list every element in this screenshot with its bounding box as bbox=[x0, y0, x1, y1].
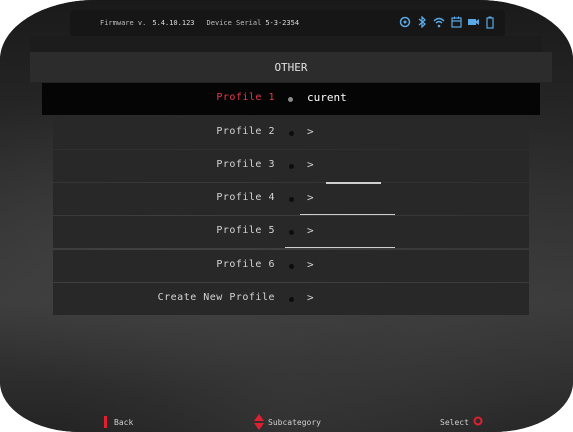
bullet-icon bbox=[288, 97, 293, 102]
battery-icon bbox=[483, 14, 497, 30]
back-button-icon[interactable] bbox=[104, 416, 107, 428]
serial-value: 5-3-2354 bbox=[265, 19, 300, 27]
bullet-icon bbox=[289, 164, 294, 169]
menu-item-profile-1[interactable]: Profile 1 curent bbox=[42, 83, 540, 115]
bluetooth-icon bbox=[415, 14, 429, 30]
up-down-arrows-icon[interactable] bbox=[254, 414, 264, 430]
bullet-icon bbox=[289, 131, 294, 136]
menu-item-label: Create New Profile bbox=[157, 292, 275, 303]
scratch-mark bbox=[300, 214, 395, 215]
select-button-icon[interactable] bbox=[473, 416, 483, 426]
firmware-label: Firmware v. bbox=[100, 19, 147, 27]
chevron-right-icon: > bbox=[307, 291, 314, 304]
menu-item-label: Profile 4 bbox=[216, 192, 275, 203]
menu-title: OTHER bbox=[30, 52, 552, 82]
top-band bbox=[30, 36, 542, 52]
gps-icon bbox=[398, 14, 412, 30]
menu-item-profile-3[interactable]: Profile 3 > bbox=[53, 150, 529, 182]
chevron-right-icon: > bbox=[307, 158, 314, 171]
scope-viewport: Firmware v. 5.4.10.123 Device Serial 5-3… bbox=[0, 0, 573, 432]
menu-item-profile-4[interactable]: Profile 4 > bbox=[53, 183, 529, 215]
chevron-right-icon: > bbox=[307, 125, 314, 138]
bullet-icon bbox=[289, 230, 294, 235]
bullet-icon bbox=[289, 264, 294, 269]
video-icon bbox=[466, 14, 480, 30]
chevron-right-icon: > bbox=[307, 258, 314, 271]
wifi-icon bbox=[432, 14, 446, 30]
menu-item-profile-2[interactable]: Profile 2 > bbox=[53, 117, 529, 149]
menu-item-create-new-profile[interactable]: Create New Profile > bbox=[53, 283, 529, 315]
calendar-icon bbox=[449, 14, 463, 30]
scratch-mark bbox=[285, 247, 395, 248]
menu-item-label: Profile 5 bbox=[216, 225, 275, 236]
menu-item-label: Profile 3 bbox=[216, 159, 275, 170]
menu-item-label: Profile 1 bbox=[216, 92, 275, 103]
scratch-mark bbox=[326, 182, 381, 184]
subcategory-label: Subcategory bbox=[268, 418, 321, 427]
status-icons bbox=[398, 14, 497, 30]
chevron-right-icon: > bbox=[307, 191, 314, 204]
menu-item-profile-5[interactable]: Profile 5 > bbox=[53, 216, 529, 248]
select-label: Select bbox=[440, 418, 469, 427]
firmware-version: 5.4.10.123 bbox=[152, 19, 195, 27]
menu-item-value: curent bbox=[307, 91, 347, 104]
chevron-right-icon: > bbox=[307, 224, 314, 237]
bullet-icon bbox=[289, 197, 294, 202]
bullet-icon bbox=[289, 297, 294, 302]
menu-item-label: Profile 6 bbox=[216, 259, 275, 270]
menu-item-label: Profile 2 bbox=[216, 126, 275, 137]
back-label: Back bbox=[114, 418, 134, 427]
serial-label: Device Serial bbox=[206, 19, 262, 27]
menu-item-profile-6[interactable]: Profile 6 > bbox=[53, 250, 529, 282]
footer-bar: Back Subcategory Select bbox=[0, 410, 573, 432]
status-bar: Firmware v. 5.4.10.123 Device Serial 5-3… bbox=[70, 10, 505, 36]
